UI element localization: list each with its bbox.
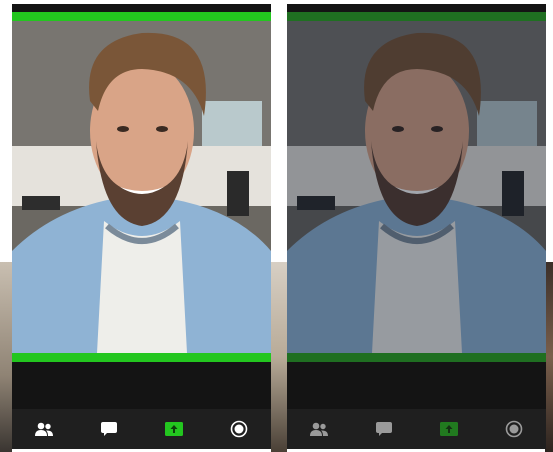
record-icon: [230, 420, 247, 438]
participant-video[interactable]: [12, 21, 271, 353]
active-speaker-border-top: [287, 12, 546, 21]
participants-button[interactable]: [299, 413, 339, 445]
participant-video[interactable]: [287, 21, 546, 353]
background-photo-strip: [545, 262, 553, 452]
record-icon: [505, 420, 522, 438]
background-photo-strip: [271, 262, 287, 452]
chat-icon: [376, 422, 393, 436]
chat-button[interactable]: [89, 413, 129, 445]
meeting-toolbar: [12, 409, 271, 449]
chat-icon: [101, 422, 118, 436]
video-call-screen: [12, 4, 271, 449]
record-button[interactable]: [494, 413, 534, 445]
active-speaker-border-bottom: [287, 353, 546, 362]
participants-icon: [310, 422, 329, 436]
background-photo-strip: [0, 262, 12, 452]
share-screen-icon: [439, 422, 458, 436]
active-speaker-border-bottom: [12, 353, 271, 362]
participants-icon: [35, 422, 54, 436]
participant-photo: [12, 21, 271, 353]
share-screen-button[interactable]: [429, 413, 469, 445]
share-screen-icon: [164, 422, 183, 436]
meeting-toolbar: [287, 409, 546, 449]
active-speaker-border-top: [12, 12, 271, 21]
share-screen-button[interactable]: [154, 413, 194, 445]
video-call-screen-dimmed: [287, 4, 546, 449]
dim-overlay: [287, 21, 546, 353]
record-button[interactable]: [219, 413, 259, 445]
participants-button[interactable]: [24, 413, 64, 445]
chat-button[interactable]: [364, 413, 404, 445]
